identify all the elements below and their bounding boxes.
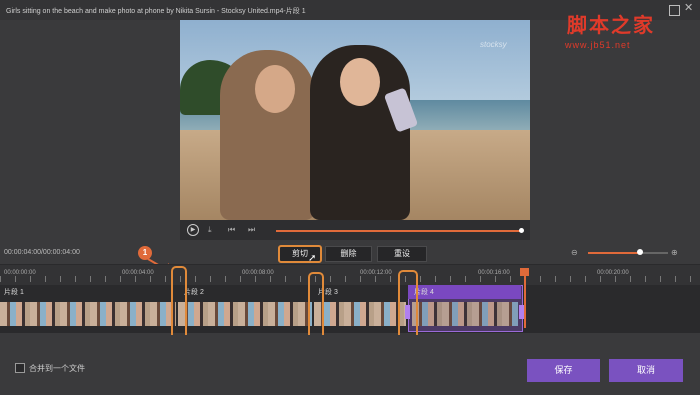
playback-progress[interactable] (276, 230, 522, 232)
ruler-label: 00:00:08:00 (242, 270, 274, 276)
window-title: Girls sitting on the beach and make phot… (6, 8, 306, 15)
mouse-cursor-icon: ➚ (308, 253, 317, 264)
merge-label: 合并到一个文件 (29, 364, 85, 373)
playhead[interactable] (524, 270, 526, 328)
watermark-url: www.jb51.net (565, 40, 631, 50)
export-frame-icon[interactable]: ⤓ (208, 225, 212, 235)
previous-frame-icon[interactable]: ⏮ (228, 225, 235, 235)
cut-marker (171, 266, 187, 344)
zoom-slider-knob[interactable] (637, 249, 643, 255)
segment-label: 片段 1 (4, 289, 24, 296)
ruler-label: 00:00:12:00 (360, 270, 392, 276)
reset-button[interactable]: 重设 (377, 246, 427, 262)
delete-button[interactable]: 删除 (325, 246, 372, 262)
ruler-ticks (0, 276, 700, 282)
zoom-slider-fill (588, 252, 640, 254)
video-preview: stocksy (180, 20, 530, 220)
zoom-in-icon[interactable]: ⊕ (671, 248, 678, 257)
watermark-logo: 脚本之家 (567, 13, 655, 37)
zoom-out-icon[interactable]: ⊖ (571, 248, 578, 257)
face-left (255, 65, 295, 113)
segment-2-clip[interactable] (178, 302, 312, 326)
cut-marker (308, 272, 324, 344)
play-icon[interactable]: ▶ (187, 224, 199, 236)
ruler-label: 00:00:16:00 (478, 270, 510, 276)
ruler-label: 00:00:00:00 (4, 270, 36, 276)
segment-3-clip[interactable] (314, 302, 406, 326)
close-icon[interactable]: ✕ (684, 3, 693, 14)
playback-knob[interactable] (519, 228, 524, 233)
ruler-label: 00:00:04:00 (122, 270, 154, 276)
cut-marker (398, 270, 418, 344)
callout-badge: 1 (138, 246, 152, 260)
cancel-button[interactable]: 取消 (609, 359, 683, 382)
maximize-icon[interactable] (669, 5, 680, 16)
merge-checkbox[interactable] (15, 363, 25, 373)
save-button[interactable]: 保存 (527, 359, 600, 382)
segment-1-clip[interactable] (0, 302, 176, 326)
ruler-label: 00:00:20:00 (597, 270, 629, 276)
next-frame-icon[interactable]: ⏭ (248, 225, 255, 235)
stock-watermark: stocksy (480, 40, 507, 49)
timecode: 00:00:04:00/00:00:04:00 (4, 249, 80, 256)
segment-4-thumbnails (412, 302, 518, 326)
face-right (340, 58, 380, 106)
